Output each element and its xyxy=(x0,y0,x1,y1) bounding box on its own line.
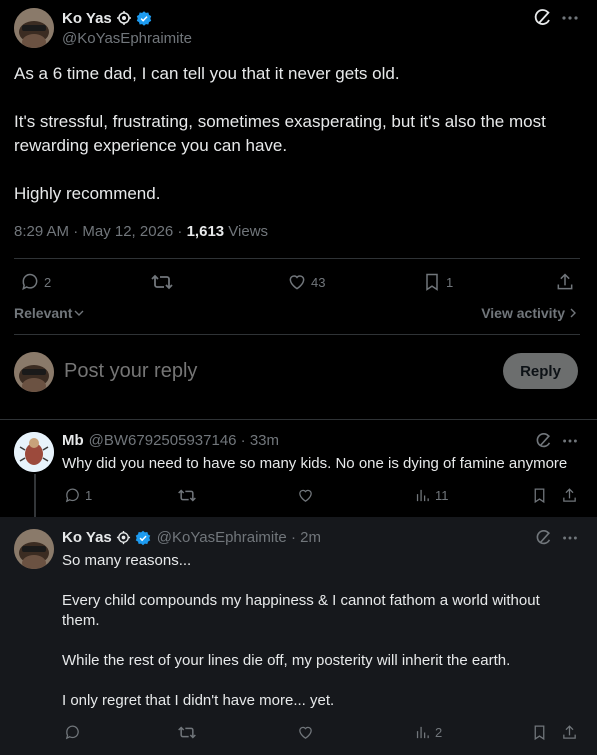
divider xyxy=(14,334,580,335)
more-icon[interactable] xyxy=(561,432,579,450)
retweet-action[interactable] xyxy=(150,272,174,292)
reply-avatar[interactable] xyxy=(14,529,54,569)
chevron-right-icon xyxy=(569,308,577,318)
post-line: Highly recommend. xyxy=(14,184,161,203)
reply-action[interactable] xyxy=(64,724,81,741)
reply-icon xyxy=(65,725,79,740)
retweet-icon xyxy=(178,726,196,739)
reply-action[interactable]: 1 xyxy=(64,487,92,504)
share-icon xyxy=(563,725,576,739)
bookmark-icon xyxy=(426,273,438,291)
reply-handle-time[interactable]: @BW6792505937146 · 33m xyxy=(89,432,279,449)
bookmark-action[interactable]: 1 xyxy=(422,272,453,292)
verified-badge-icon xyxy=(135,530,151,546)
reply-icon xyxy=(22,273,38,291)
post-timestamp[interactable]: 8:29 AM · May 12, 2026 · xyxy=(14,223,187,240)
author-avatar[interactable] xyxy=(14,8,54,48)
retweet-icon xyxy=(151,274,173,290)
post-line: It's stressful, frustrating, sometimes e… xyxy=(14,112,546,131)
more-icon[interactable] xyxy=(561,8,579,28)
reply-author-name[interactable]: Mb xyxy=(62,432,84,449)
bookmark-icon xyxy=(534,725,545,741)
more-icon[interactable] xyxy=(561,529,579,547)
share-icon xyxy=(563,488,576,502)
view-activity-link[interactable]: View activity xyxy=(481,305,577,321)
grok-icon[interactable] xyxy=(533,8,553,28)
post-metadata: 8:29 AM · May 12, 2026 · 1,613 Views xyxy=(14,223,268,240)
post-text: As a 6 time dad, I can tell you that it … xyxy=(14,62,589,206)
sort-label: Relevant xyxy=(14,305,73,321)
reply-icon xyxy=(65,488,79,503)
reply-author-name[interactable]: Ko Yas xyxy=(62,529,112,546)
reply-line: Every child compounds my happiness & I c… xyxy=(62,592,540,609)
reply-line: them. xyxy=(62,612,100,629)
post-line: As a 6 time dad, I can tell you that it … xyxy=(14,64,400,83)
reply-line: So many reasons... xyxy=(62,552,192,569)
bookmark-icon xyxy=(534,488,545,504)
like-action[interactable] xyxy=(297,487,314,504)
sort-dropdown[interactable]: Relevant xyxy=(14,305,84,321)
retweet-action[interactable] xyxy=(177,487,197,504)
like-icon xyxy=(299,489,312,502)
reply-count: 2 xyxy=(44,274,52,290)
reply-count: 1 xyxy=(85,488,93,503)
grok-icon[interactable] xyxy=(535,529,553,547)
reply-button[interactable]: Reply xyxy=(503,353,578,389)
author-name-row: Ko Yas xyxy=(62,8,152,28)
composer-avatar xyxy=(14,352,54,392)
author-handle[interactable]: @KoYasEphraimite xyxy=(62,30,192,47)
share-icon xyxy=(557,273,573,290)
verified-badge-icon xyxy=(136,10,152,26)
author-name[interactable]: Ko Yas xyxy=(62,10,112,27)
divider xyxy=(14,258,580,259)
chevron-down-icon xyxy=(74,308,84,318)
views-count: 1,613 xyxy=(186,223,225,240)
like-action[interactable]: 43 xyxy=(287,272,325,292)
analytics-action[interactable]: 2 xyxy=(414,724,442,741)
retweet-icon xyxy=(178,489,196,502)
like-icon xyxy=(299,726,312,739)
automated-icon xyxy=(116,10,132,26)
share-action[interactable] xyxy=(561,487,578,504)
reply-input[interactable] xyxy=(64,356,484,386)
post-line: rewarding experience you can have. xyxy=(14,136,288,155)
bookmark-count: 1 xyxy=(446,274,454,290)
like-count: 43 xyxy=(311,274,326,290)
share-action[interactable] xyxy=(555,272,575,292)
views-label: Views xyxy=(224,223,269,240)
bookmark-action[interactable] xyxy=(531,487,548,504)
reply-line: I only regret that I didn't have more...… xyxy=(62,692,335,709)
bookmark-action[interactable] xyxy=(531,724,548,741)
retweet-action[interactable] xyxy=(177,724,197,741)
analytics-icon xyxy=(416,489,429,502)
view-activity-label: View activity xyxy=(481,305,565,321)
share-action[interactable] xyxy=(561,724,578,741)
analytics-icon xyxy=(416,726,429,739)
like-icon xyxy=(289,275,305,290)
reply-action[interactable]: 2 xyxy=(20,272,51,292)
views-count: 2 xyxy=(435,725,443,740)
views-count: 11 xyxy=(435,488,449,503)
automated-icon xyxy=(116,530,131,545)
reply-header: Ko Yas @KoYasEphraimite · 2m xyxy=(62,529,321,546)
reply-text: Why did you need to have so many kids. N… xyxy=(62,455,568,472)
like-action[interactable] xyxy=(297,724,314,741)
reply-avatar[interactable] xyxy=(14,432,54,472)
grok-icon[interactable] xyxy=(535,432,553,450)
reply-header: Mb @BW6792505937146 · 33m xyxy=(62,432,279,449)
analytics-action[interactable]: 11 xyxy=(414,487,449,504)
reply-line: While the rest of your lines die off, my… xyxy=(62,652,511,669)
reply-handle-time[interactable]: @KoYasEphraimite · 2m xyxy=(157,529,321,546)
reply-text: So many reasons... Every child compounds… xyxy=(62,551,587,711)
